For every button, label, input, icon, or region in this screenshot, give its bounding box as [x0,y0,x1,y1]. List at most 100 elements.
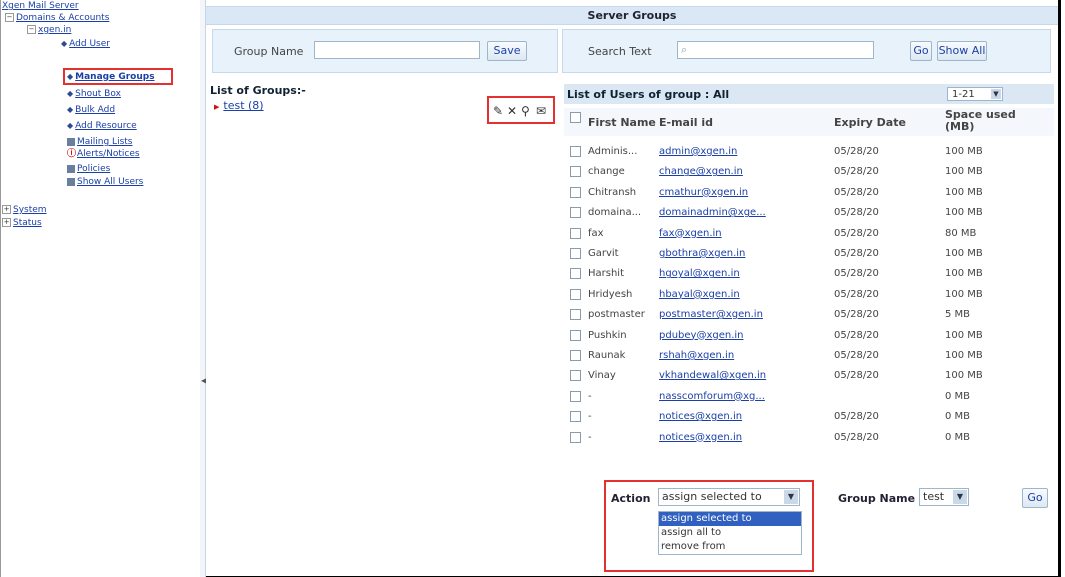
mail-icon[interactable]: ✉ [536,104,546,118]
tree-item-label[interactable]: Show All Users [77,177,143,187]
row-checkbox[interactable] [570,390,581,402]
action-select[interactable]: assign selected to ▼ [658,488,800,506]
email-cell[interactable]: cmathur@xgen.in [659,187,748,198]
tree-status[interactable]: + Status [2,218,42,229]
group-link[interactable]: test (8) [223,99,263,112]
tree-status-link[interactable]: Status [13,218,42,228]
tree-item-alerts[interactable]: ⓘAlerts/Notices [67,149,140,160]
pager-select[interactable]: 1-21 ▼ [947,87,1003,101]
email-link[interactable]: domainadmin@xge... [659,207,766,218]
email-cell[interactable]: admin@xgen.in [659,146,737,157]
email-link[interactable]: admin@xgen.in [659,146,737,157]
tree-item-label[interactable]: Policies [77,164,110,174]
tree-domain-link[interactable]: xgen.in [38,25,71,35]
row-checkbox[interactable] [570,207,581,219]
email-link[interactable]: notices@xgen.in [659,411,742,422]
expand-icon[interactable]: + [2,218,11,227]
tree-system-link[interactable]: System [13,205,47,215]
email-cell[interactable]: change@xgen.in [659,166,743,177]
email-link[interactable]: notices@xgen.in [659,432,742,443]
chevron-down-icon[interactable]: ▼ [991,89,1001,99]
email-cell[interactable]: notices@xgen.in [659,432,742,443]
email-link[interactable]: cmathur@xgen.in [659,187,748,198]
email-link[interactable]: hbayal@xgen.in [659,289,740,300]
tree-item-mailing-lists[interactable]: Mailing Lists [67,137,132,148]
tree-system[interactable]: + System [2,205,47,216]
tree-item-label[interactable]: Mailing Lists [77,137,132,147]
row-checkbox[interactable] [570,431,581,443]
col-first-name[interactable]: First Name [588,116,656,129]
email-link[interactable]: hgoyal@xgen.in [659,268,740,279]
edit-icon[interactable]: ✎ [493,104,503,118]
chevron-down-icon[interactable]: ▼ [953,490,967,504]
save-button[interactable]: Save [487,41,527,61]
tree-root[interactable]: Xgen Mail Server [2,1,79,12]
table-row[interactable]: domaina... domainadmin@xge... 05/28/20 100 … [564,203,1054,223]
expand-icon[interactable]: + [2,205,11,214]
table-row[interactable]: Garvit gbothra@xgen.in 05/28/20 100 MB [564,244,1054,264]
row-checkbox[interactable] [570,329,581,341]
row-checkbox[interactable] [570,227,581,239]
row-checkbox[interactable] [570,350,581,361]
target-group-select[interactable]: test ▼ [919,488,969,506]
row-checkbox[interactable] [570,411,581,423]
row-checkbox[interactable] [570,248,581,259]
email-cell[interactable]: hbayal@xgen.in [659,289,740,300]
row-checkbox[interactable] [570,166,581,178]
table-row[interactable]: postmaster postmaster@xgen.in 05/28/20 5 MB [564,305,1054,325]
row-checkbox[interactable] [570,268,581,280]
tree-item-add-resource[interactable]: ◆ Add Resource [67,120,137,132]
tree-item-label[interactable]: Alerts/Notices [77,149,140,159]
row-checkbox[interactable] [570,370,581,382]
email-cell[interactable]: postmaster@xgen.in [659,309,763,320]
link-icon[interactable]: ⚲ [521,104,530,118]
email-cell[interactable]: gbothra@xgen.in [659,248,745,259]
collapse-icon[interactable]: − [5,13,14,22]
tree-domain[interactable]: − xgen.in [27,25,71,36]
table-row[interactable]: Chitransh cmathur@xgen.in 05/28/20 100 MB [564,183,1054,203]
tree-item-show-all-users[interactable]: Show All Users [67,177,143,188]
table-row[interactable]: - notices@xgen.in 05/28/20 0 MB [564,428,1054,448]
search-input[interactable]: ⌕ [677,41,874,59]
table-row[interactable]: - nasscomforum@xg... 0 MB [564,387,1054,407]
action-option[interactable]: assign selected to [659,512,801,526]
table-row[interactable]: fax fax@xgen.in 05/28/20 80 MB [564,224,1054,244]
action-option[interactable]: assign all to [659,526,801,540]
row-checkbox[interactable] [570,186,581,198]
action-go-button[interactable]: Go [1022,488,1048,508]
table-row[interactable]: Adminis... admin@xgen.in 05/28/20 100 MB [564,142,1054,162]
tree-domains-link[interactable]: Domains & Accounts [16,13,109,23]
email-link[interactable]: fax@xgen.in [659,228,722,239]
table-row[interactable]: Harshit hgoyal@xgen.in 05/28/20 100 MB [564,264,1054,284]
table-row[interactable]: Vinay vkhandewal@xgen.in 05/28/20 100 MB [564,366,1054,386]
row-checkbox[interactable] [570,146,581,157]
table-row[interactable]: change change@xgen.in 05/28/20 100 MB [564,162,1054,182]
email-link[interactable]: nasscomforum@xg... [659,391,765,402]
action-option[interactable]: remove from [659,540,801,554]
go-button[interactable]: Go [910,41,932,61]
email-link[interactable]: rshah@xgen.in [659,350,734,361]
tree-item-label[interactable]: Add User [69,39,110,49]
delete-icon[interactable]: ✕ [507,104,517,118]
email-link[interactable]: gbothra@xgen.in [659,248,745,259]
select-all-checkbox[interactable] [570,112,581,123]
group-name-input[interactable] [314,41,480,59]
col-space[interactable]: Space used (MB) [945,109,1025,133]
email-cell[interactable]: pdubey@xgen.in [659,330,744,341]
tree-domains[interactable]: − Domains & Accounts [5,13,109,24]
tree-item-label[interactable]: Shout Box [75,89,121,99]
tree-root-link[interactable]: Xgen Mail Server [2,1,79,11]
col-email[interactable]: E-mail id [659,116,713,129]
tree-item-label[interactable]: Add Resource [75,121,137,131]
row-checkbox[interactable] [570,288,581,300]
row-checkbox[interactable] [570,309,581,321]
group-item[interactable]: ▶ test (8) [214,99,264,112]
tree-item-label[interactable]: Bulk Add [75,105,115,115]
tree-item-policies[interactable]: Policies [67,164,110,175]
show-all-button[interactable]: Show All [937,41,987,61]
tree-item-shout-box[interactable]: ◆ Shout Box [67,88,121,100]
email-cell[interactable]: domainadmin@xge... [659,207,766,218]
email-cell[interactable]: fax@xgen.in [659,228,722,239]
email-cell[interactable]: notices@xgen.in [659,411,742,422]
tree-item-bulk-add[interactable]: ◆ Bulk Add [67,104,115,116]
